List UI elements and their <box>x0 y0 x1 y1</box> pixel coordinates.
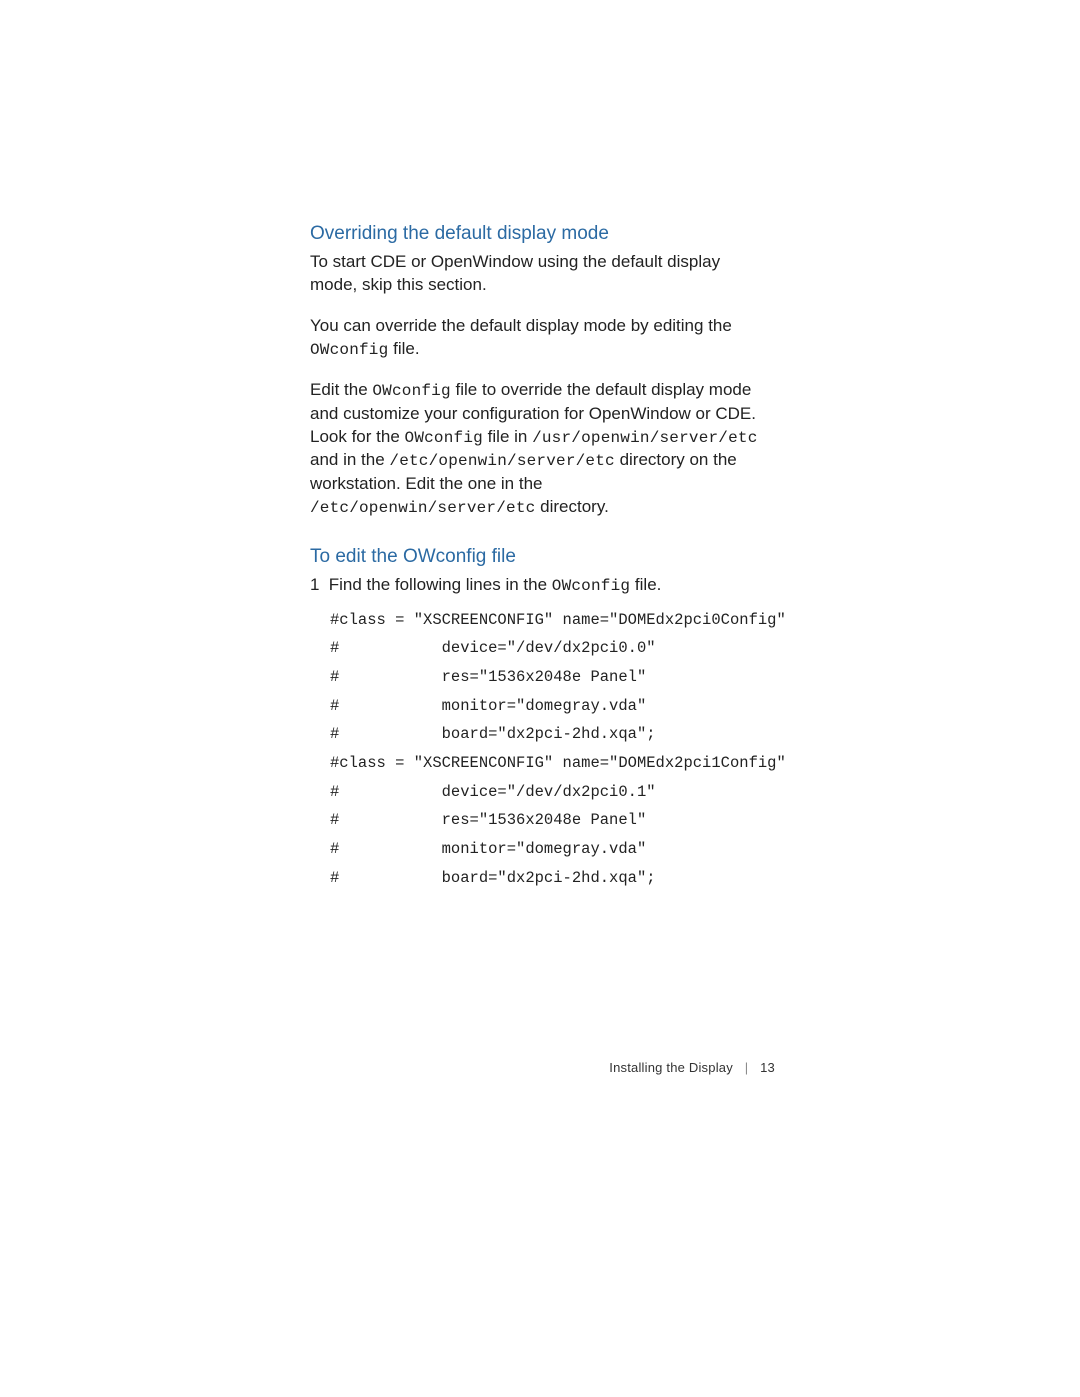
footer-title: Installing the Display <box>609 1060 733 1075</box>
para-intro-2: You can override the default display mod… <box>310 315 770 362</box>
para2-text-b: file. <box>388 339 419 358</box>
code-block: #class = "XSCREENCONFIG" name="DOMEdx2pc… <box>330 606 770 893</box>
para3-code3: /usr/openwin/server/etc <box>532 429 757 447</box>
code-line: # board="dx2pci-2hd.xqa"; <box>330 864 770 893</box>
para3-a: Edit the <box>310 380 372 399</box>
para3-d: and in the <box>310 450 389 469</box>
para3-c: file in <box>483 427 532 446</box>
page: Overriding the default display mode To s… <box>0 0 1080 1397</box>
para3-code1: OWconfig <box>372 382 450 400</box>
code-line: #class = "XSCREENCONFIG" name="DOMEdx2pc… <box>330 606 770 635</box>
para3-code2: OWconfig <box>405 429 483 447</box>
code-line: #class = "XSCREENCONFIG" name="DOMEdx2pc… <box>330 749 770 778</box>
code-line: # board="dx2pci-2hd.xqa"; <box>330 720 770 749</box>
para-edit: Edit the OWconfig file to override the d… <box>310 379 770 519</box>
step-1: 1 Find the following lines in the OWconf… <box>310 574 770 598</box>
code-line: # monitor="domegray.vda" <box>330 835 770 864</box>
code-line: # device="/dev/dx2pci0.0" <box>330 634 770 663</box>
step1-text-b: file. <box>630 575 661 594</box>
content-area: Overriding the default display mode To s… <box>310 222 770 892</box>
step-number: 1 <box>310 574 324 597</box>
footer-page-number: 13 <box>760 1060 775 1075</box>
para-intro-1: To start CDE or OpenWindow using the def… <box>310 251 770 297</box>
code-line: # device="/dev/dx2pci0.1" <box>330 778 770 807</box>
para2-text-a: You can override the default display mod… <box>310 316 732 335</box>
step1-code: OWconfig <box>552 577 630 595</box>
page-footer: Installing the Display | 13 <box>609 1060 775 1075</box>
heading-overriding: Overriding the default display mode <box>310 222 770 247</box>
code-line: # monitor="domegray.vda" <box>330 692 770 721</box>
para3-code4: /etc/openwin/server/etc <box>389 452 614 470</box>
heading-edit-owconfig: To edit the OWconfig file <box>310 545 770 570</box>
footer-separator: | <box>745 1060 749 1075</box>
code-line: # res="1536x2048e Panel" <box>330 806 770 835</box>
code-line: # res="1536x2048e Panel" <box>330 663 770 692</box>
para3-code5: /etc/openwin/server/etc <box>310 499 535 517</box>
para2-code-owconfig: OWconfig <box>310 341 388 359</box>
step1-text-a: Find the following lines in the <box>329 575 552 594</box>
para3-f: directory. <box>535 497 608 516</box>
